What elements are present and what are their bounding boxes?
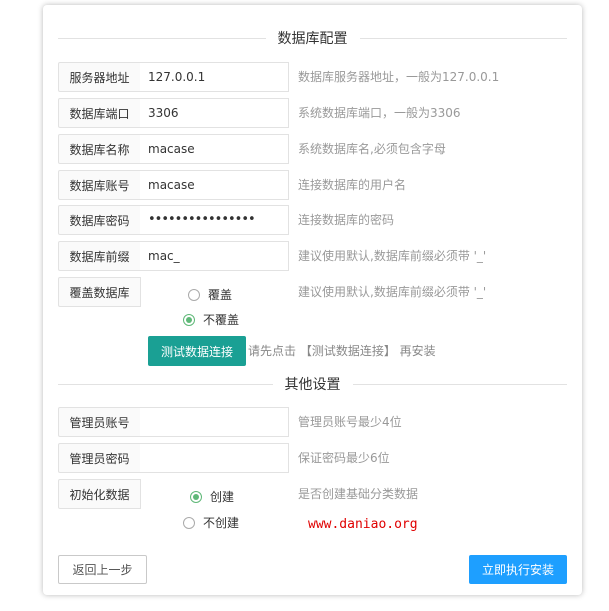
db-port-label: 数据库端口 bbox=[58, 98, 141, 128]
db-prefix-hint: 建议使用默认,数据库前缀必须带 '_' bbox=[298, 249, 487, 263]
admin-password-input[interactable] bbox=[140, 443, 289, 473]
test-connection-hint: 请先点击 【测试数据连接】 再安装 bbox=[248, 344, 436, 358]
server-address-hint: 数据库服务器地址，一般为127.0.0.1 bbox=[298, 70, 500, 84]
install-button[interactable]: 立即执行安装 bbox=[469, 555, 567, 584]
install-panel: 数据库配置 服务器地址 127.0.0.1 数据库服务器地址，一般为127.0.… bbox=[43, 5, 582, 595]
admin-password-label: 管理员密码 bbox=[58, 443, 141, 473]
radio-overwrite[interactable]: 覆盖 bbox=[188, 286, 232, 303]
radio-overwrite-label: 覆盖 bbox=[208, 288, 233, 302]
radio-checked-icon bbox=[190, 490, 202, 503]
db-account-label: 数据库账号 bbox=[58, 170, 141, 200]
other-section-title: 其他设置 bbox=[58, 374, 567, 394]
init-data-hint: 是否创建基础分类数据 bbox=[298, 487, 419, 501]
admin-account-label: 管理员账号 bbox=[58, 407, 141, 437]
radio-no-overwrite-label: 不覆盖 bbox=[203, 313, 240, 327]
init-data-label: 初始化数据 bbox=[58, 479, 141, 509]
db-name-hint: 系统数据库名,必须包含字母 bbox=[298, 142, 446, 156]
radio-checked-icon bbox=[183, 313, 195, 326]
other-section-title-text: 其他设置 bbox=[284, 377, 341, 393]
overwrite-db-label: 覆盖数据库 bbox=[58, 277, 141, 307]
db-name-label: 数据库名称 bbox=[58, 134, 141, 164]
radio-circle-icon bbox=[188, 288, 200, 301]
server-address-input[interactable]: 127.0.0.1 bbox=[140, 62, 289, 92]
db-section-title: 数据库配置 bbox=[58, 28, 567, 48]
db-password-input[interactable]: •••••••••••••••• bbox=[140, 205, 289, 235]
db-name-input[interactable]: macase bbox=[140, 134, 289, 164]
db-section-title-text: 数据库配置 bbox=[277, 31, 348, 47]
radio-no-overwrite[interactable]: 不覆盖 bbox=[183, 311, 239, 328]
admin-password-hint: 保证密码最少6位 bbox=[298, 451, 390, 465]
db-account-hint: 连接数据库的用户名 bbox=[298, 178, 407, 192]
server-address-label: 服务器地址 bbox=[58, 62, 141, 92]
watermark-text: www.daniao.org bbox=[308, 517, 418, 532]
db-password-hint: 连接数据库的密码 bbox=[298, 213, 395, 227]
overwrite-db-hint: 建议使用默认,数据库前缀必须带 '_' bbox=[298, 285, 487, 299]
radio-circle-icon bbox=[183, 516, 195, 529]
radio-create[interactable]: 创建 bbox=[190, 488, 234, 505]
db-password-label: 数据库密码 bbox=[58, 205, 141, 235]
db-port-input[interactable]: 3306 bbox=[140, 98, 289, 128]
db-prefix-label: 数据库前缀 bbox=[58, 241, 141, 271]
test-connection-button[interactable]: 测试数据连接 bbox=[148, 336, 246, 366]
back-button[interactable]: 返回上一步 bbox=[58, 555, 147, 584]
admin-account-input[interactable] bbox=[140, 407, 289, 437]
db-port-hint: 系统数据库端口，一般为3306 bbox=[298, 106, 461, 120]
db-account-input[interactable]: macase bbox=[140, 170, 289, 200]
radio-no-create[interactable]: 不创建 bbox=[183, 514, 239, 531]
db-prefix-input[interactable]: mac_ bbox=[140, 241, 289, 271]
admin-account-hint: 管理员账号最少4位 bbox=[298, 415, 402, 429]
radio-create-label: 创建 bbox=[210, 490, 235, 504]
radio-no-create-label: 不创建 bbox=[203, 516, 240, 530]
